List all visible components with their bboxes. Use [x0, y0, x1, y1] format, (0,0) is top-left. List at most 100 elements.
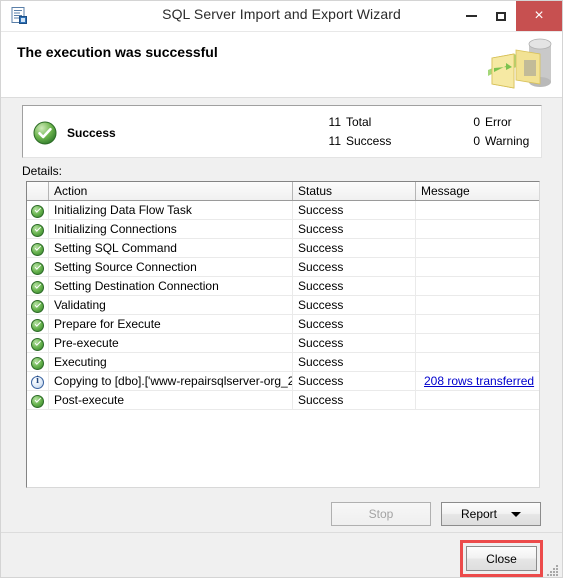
- row-action-cell: Initializing Connections: [49, 220, 293, 238]
- row-action-cell: Pre-execute: [49, 334, 293, 352]
- column-header-status[interactable]: Status: [293, 182, 416, 200]
- row-message-cell: [416, 296, 539, 314]
- row-action-cell: Setting SQL Command: [49, 239, 293, 257]
- row-message-cell: 208 rows transferred: [416, 372, 539, 390]
- success-icon: [31, 299, 44, 313]
- row-message-cell: [416, 277, 539, 295]
- banner: The execution was successful: [1, 32, 562, 98]
- summary-panel: Success 11 Total 11 Success 0 Error 0 Warnin…: [22, 105, 542, 158]
- column-header-icon[interactable]: [27, 182, 49, 200]
- title-bar: SQL Server Import and Export Wizard ×: [1, 1, 562, 32]
- row-status-text: Success: [293, 220, 416, 238]
- page-title: The execution was successful: [17, 44, 218, 60]
- success-icon: [31, 280, 44, 294]
- row-status-text: Success: [293, 353, 416, 371]
- row-action-cell: Post-execute: [49, 391, 293, 409]
- maximize-button[interactable]: [486, 1, 516, 31]
- row-action-cell: Initializing Data Flow Task: [49, 201, 293, 219]
- report-button-label: Report: [460, 507, 498, 521]
- report-button[interactable]: Report: [441, 502, 541, 526]
- row-message-cell: [416, 315, 539, 333]
- row-status-text: Success: [293, 258, 416, 276]
- minimize-button[interactable]: [456, 1, 486, 31]
- stop-button[interactable]: Stop: [331, 502, 431, 526]
- row-status-text: Success: [293, 201, 416, 219]
- table-row[interactable]: Initializing Data Flow Task Success: [27, 201, 539, 220]
- close-icon: ×: [534, 7, 544, 24]
- success-icon: [31, 204, 44, 218]
- row-status-cell: [27, 353, 49, 371]
- rows-transferred-link[interactable]: 208 rows transferred: [424, 374, 534, 388]
- dialog-body: Success 11 Total 11 Success 0 Error 0 Warnin…: [1, 98, 562, 577]
- row-status-cell: [27, 277, 49, 295]
- stat-success: 11 Success: [325, 134, 392, 148]
- table-row[interactable]: Prepare for Execute Success: [27, 315, 539, 334]
- stat-error-value: 0: [473, 115, 480, 129]
- table-row[interactable]: Initializing Connections Success: [27, 220, 539, 239]
- row-status-cell: [27, 315, 49, 333]
- grid-body: Initializing Data Flow Task Success Initia…: [27, 201, 539, 410]
- data-transfer-illustration: [480, 32, 562, 97]
- details-label: Details:: [22, 164, 63, 178]
- table-row[interactable]: Validating Success: [27, 296, 539, 315]
- stat-warning: 0 Warning: [464, 134, 529, 148]
- row-action-cell: Prepare for Execute: [49, 315, 293, 333]
- table-row[interactable]: Setting Destination Connection Success: [27, 277, 539, 296]
- column-header-message[interactable]: Message: [416, 182, 539, 200]
- row-status-cell: [27, 391, 49, 409]
- column-header-action[interactable]: Action: [49, 182, 293, 200]
- wizard-window: SQL Server Import and Export Wizard × Th…: [0, 0, 563, 578]
- success-icon: [31, 261, 44, 275]
- table-row[interactable]: Setting Source Connection Success: [27, 258, 539, 277]
- table-row[interactable]: Post-execute Success: [27, 391, 539, 410]
- success-icon: [31, 318, 44, 332]
- row-status-cell: [27, 258, 49, 276]
- stat-success-value: 11: [328, 134, 341, 148]
- row-action-cell: Validating: [49, 296, 293, 314]
- row-message-cell: [416, 334, 539, 352]
- table-row[interactable]: Pre-execute Success: [27, 334, 539, 353]
- stat-success-label: Success: [346, 134, 392, 148]
- details-grid[interactable]: Action Status Message Initializing Data …: [26, 181, 540, 488]
- success-icon: [31, 356, 44, 370]
- row-message-cell: [416, 258, 539, 276]
- row-status-text: Success: [293, 239, 416, 257]
- window-controls: ×: [456, 1, 562, 31]
- info-icon: [31, 375, 44, 389]
- row-status-cell: [27, 372, 49, 390]
- stat-total-label: Total: [346, 115, 372, 129]
- row-message-cell: [416, 201, 539, 219]
- row-status-cell: [27, 220, 49, 238]
- success-icon: [31, 337, 44, 351]
- row-action-cell: Executing: [49, 353, 293, 371]
- stat-error-label: Error: [485, 115, 512, 129]
- row-message-cell: [416, 220, 539, 238]
- row-status-cell: [27, 334, 49, 352]
- row-status-text: Success: [293, 315, 416, 333]
- row-status-text: Success: [293, 277, 416, 295]
- row-status-text: Success: [293, 391, 416, 409]
- row-status-cell: [27, 239, 49, 257]
- resize-grip-icon[interactable]: [546, 564, 559, 577]
- row-status-text: Success: [293, 296, 416, 314]
- close-button[interactable]: Close: [466, 546, 537, 571]
- stat-total-value: 11: [328, 115, 341, 129]
- table-row[interactable]: Executing Success: [27, 353, 539, 372]
- success-icon: [31, 223, 44, 237]
- grid-header-row: Action Status Message: [27, 182, 539, 201]
- maximize-icon: [496, 11, 506, 21]
- window-close-button[interactable]: ×: [516, 1, 562, 31]
- row-action-cell: Setting Source Connection: [49, 258, 293, 276]
- table-row[interactable]: Copying to [dbo].['www-repairsqlserver-o…: [27, 372, 539, 391]
- table-row[interactable]: Setting SQL Command Success: [27, 239, 539, 258]
- chevron-down-icon: [511, 511, 522, 517]
- row-status-text: Success: [293, 334, 416, 352]
- minimize-icon: [465, 15, 477, 17]
- success-icon: [31, 242, 44, 256]
- row-status-text: Success: [293, 372, 416, 390]
- stat-error: 0 Error: [464, 115, 512, 129]
- status-badge: Success: [67, 126, 116, 140]
- row-status-cell: [27, 296, 49, 314]
- stat-warning-value: 0: [473, 134, 480, 148]
- footer-divider: [1, 532, 562, 533]
